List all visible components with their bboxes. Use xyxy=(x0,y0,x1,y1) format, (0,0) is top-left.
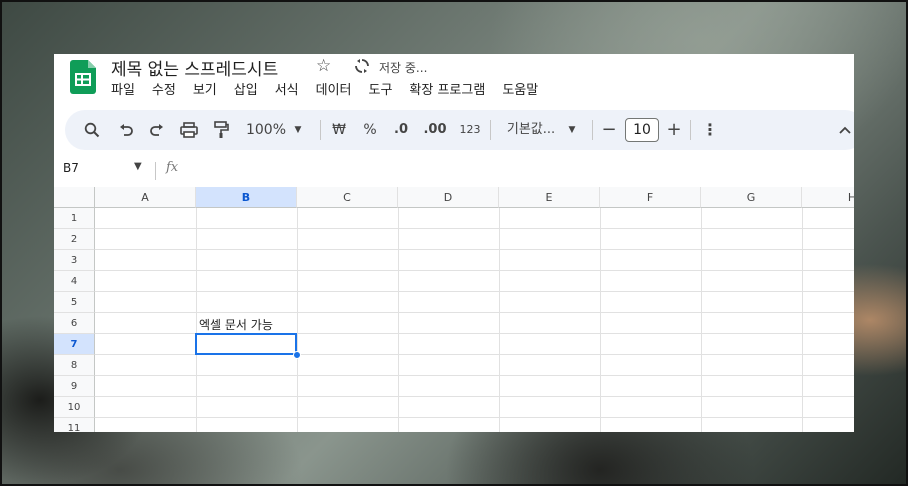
column-header-a[interactable]: A xyxy=(95,187,196,208)
decrease-font-size-button[interactable]: − xyxy=(598,110,620,150)
grid-line xyxy=(499,208,500,432)
row-header-9[interactable]: 9 xyxy=(54,376,95,397)
menu-edit[interactable]: 수정 xyxy=(152,82,176,100)
decrease-decimal-button[interactable]: .0 xyxy=(389,110,413,150)
formula-divider xyxy=(155,162,156,180)
font-select[interactable]: 기본값... xyxy=(501,110,561,150)
column-header-f[interactable]: F xyxy=(600,187,701,208)
menu-format[interactable]: 서식 xyxy=(275,82,299,100)
sync-icon xyxy=(355,59,369,73)
formula-bar: B7 ▼ fx xyxy=(54,158,854,184)
grid-line xyxy=(95,291,854,292)
toolbar-divider xyxy=(490,120,491,140)
column-header-g[interactable]: G xyxy=(701,187,802,208)
redo-icon[interactable] xyxy=(146,110,168,150)
grid-line xyxy=(95,417,854,418)
menu-bar: 파일 수정 보기 삽입 서식 데이터 도구 확장 프로그램 도움말 xyxy=(111,82,555,100)
menu-view[interactable]: 보기 xyxy=(193,82,217,100)
zoom-dropdown-icon[interactable]: ▼ xyxy=(291,110,305,150)
toolbar-divider xyxy=(592,120,593,140)
save-status: 저장 중... xyxy=(379,61,428,75)
more-options-button[interactable]: ⋮ xyxy=(699,110,721,150)
row-header-4[interactable]: 4 xyxy=(54,271,95,292)
row-header-8[interactable]: 8 xyxy=(54,355,95,376)
grid-line xyxy=(196,208,197,432)
undo-icon[interactable] xyxy=(115,110,137,150)
name-box-dropdown-icon[interactable]: ▼ xyxy=(134,161,142,172)
column-header-c[interactable]: C xyxy=(297,187,398,208)
name-box[interactable]: B7 xyxy=(63,161,79,175)
zoom-select[interactable]: 100% xyxy=(242,110,290,150)
grid-line xyxy=(95,270,854,271)
grid-line xyxy=(398,208,399,432)
grid-line xyxy=(802,208,803,432)
fill-handle[interactable] xyxy=(293,351,301,359)
row-header-1[interactable]: 1 xyxy=(54,208,95,229)
toolbar-divider xyxy=(690,120,691,140)
menu-insert[interactable]: 삽입 xyxy=(234,82,258,100)
select-all-corner[interactable] xyxy=(54,187,95,208)
grid-line xyxy=(297,208,298,432)
toolbar-divider xyxy=(320,120,321,140)
toolbar: 100% ▼ ₩ % .0 .00 123 기본값... ▼ − 10 + ⋮ xyxy=(65,110,854,150)
menu-file[interactable]: 파일 xyxy=(111,82,135,100)
star-icon[interactable]: ☆ xyxy=(316,56,331,76)
fx-icon: fx xyxy=(166,160,179,175)
grid-line xyxy=(95,249,854,250)
menu-help[interactable]: 도움말 xyxy=(502,82,538,100)
print-icon[interactable] xyxy=(178,110,200,150)
row-header-7[interactable]: 7 xyxy=(54,334,95,355)
row-header-6[interactable]: 6 xyxy=(54,313,95,334)
increase-font-size-button[interactable]: + xyxy=(663,110,685,150)
row-header-2[interactable]: 2 xyxy=(54,229,95,250)
row-header-10[interactable]: 10 xyxy=(54,397,95,418)
font-dropdown-icon[interactable]: ▼ xyxy=(565,110,579,150)
grid-line xyxy=(600,208,601,432)
font-size-input[interactable]: 10 xyxy=(625,118,659,142)
menu-extensions[interactable]: 확장 프로그램 xyxy=(409,82,485,100)
menu-tools[interactable]: 도구 xyxy=(369,82,393,100)
row-header-11[interactable]: 11 xyxy=(54,418,95,432)
collapse-toolbar-icon[interactable] xyxy=(835,110,854,150)
grid-line xyxy=(95,375,854,376)
menu-data[interactable]: 데이터 xyxy=(316,82,352,100)
cell-b6[interactable]: 엑셀 문서 가능 xyxy=(199,316,273,333)
increase-decimal-button[interactable]: .00 xyxy=(420,110,450,150)
sheet-grid[interactable]: A B C D E F G H 1 2 3 4 5 6 7 8 9 10 11 xyxy=(54,187,854,432)
document-title[interactable]: 제목 없는 스프레드시트 xyxy=(111,55,278,80)
percent-button[interactable]: % xyxy=(359,110,381,150)
number-format-button[interactable]: 123 xyxy=(455,110,485,150)
grid-line xyxy=(701,208,702,432)
column-header-e[interactable]: E xyxy=(499,187,600,208)
search-icon[interactable] xyxy=(81,110,103,150)
grid-line xyxy=(95,228,854,229)
selected-cell-b7[interactable] xyxy=(195,333,297,355)
currency-button[interactable]: ₩ xyxy=(328,110,350,150)
grid-line xyxy=(95,396,854,397)
grid-line xyxy=(95,312,854,313)
row-header-3[interactable]: 3 xyxy=(54,250,95,271)
sheets-logo-icon[interactable] xyxy=(70,60,96,94)
spreadsheet-window: 제목 없는 스프레드시트 ☆ 저장 중... 파일 수정 보기 삽입 서식 데이… xyxy=(54,54,854,432)
paint-format-icon[interactable] xyxy=(210,110,232,150)
row-header-5[interactable]: 5 xyxy=(54,292,95,313)
column-header-b[interactable]: B xyxy=(196,187,297,208)
column-header-h[interactable]: H xyxy=(802,187,854,208)
column-header-d[interactable]: D xyxy=(398,187,499,208)
